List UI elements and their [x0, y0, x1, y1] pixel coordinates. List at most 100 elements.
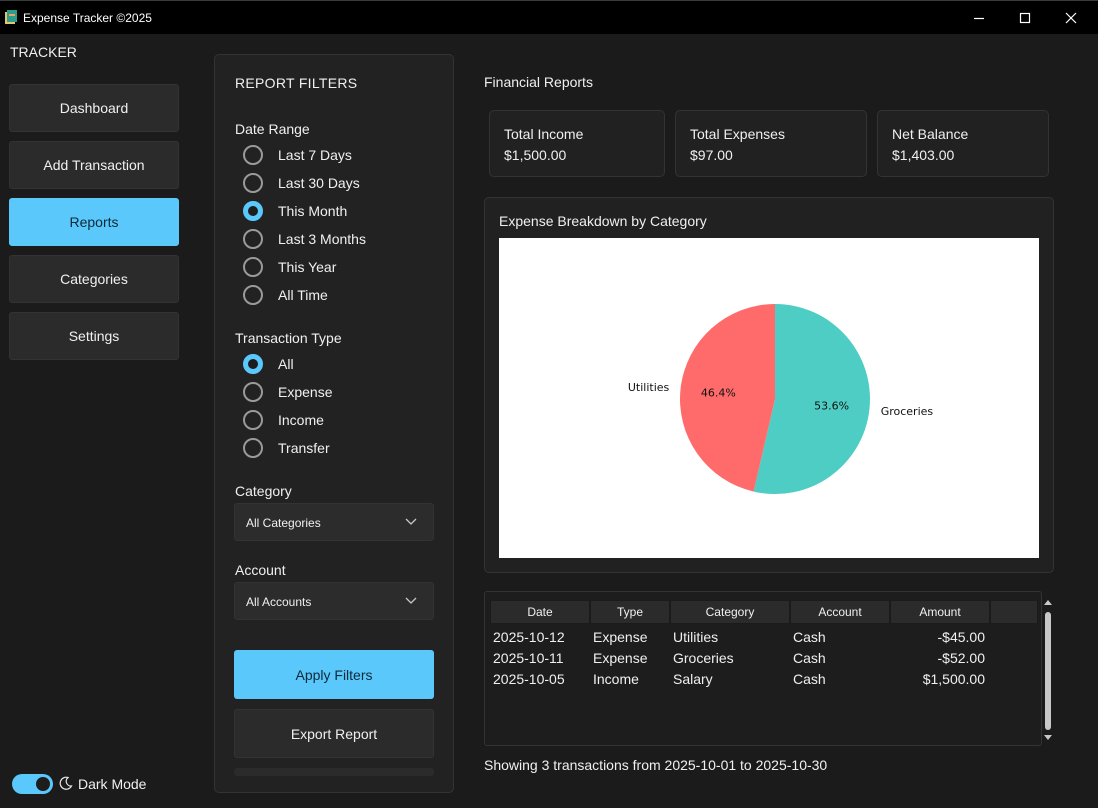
total-income-card: Total Income $1,500.00 [489, 110, 665, 177]
radio-button-selected [243, 354, 263, 374]
radio-label: Expense [278, 384, 333, 400]
cell-date: 2025-10-12 [493, 629, 565, 645]
radio-this-month[interactable]: This Month [243, 200, 347, 222]
hidden-button-partial[interactable] [234, 768, 434, 776]
dark-mode-label: Dark Mode [78, 776, 147, 792]
radio-button [243, 382, 263, 402]
cell-account: Cash [793, 629, 826, 645]
account-label: Account [235, 562, 286, 578]
account-select[interactable]: All Accounts [234, 582, 434, 620]
pie-percent-label: 46.4% [701, 387, 736, 400]
window-title: Expense Tracker ©2025 [23, 11, 152, 25]
pie-percent-label: 53.6% [814, 399, 849, 412]
date-range-label: Date Range [235, 121, 310, 137]
radio-label: This Month [278, 203, 348, 219]
moon-icon [59, 776, 73, 790]
radio-this-year[interactable]: This Year [243, 256, 336, 278]
transactions-table: Date Type Category Account Amount 2025-1… [484, 591, 1042, 746]
card-label: Net Balance [892, 126, 969, 142]
cell-date: 2025-10-11 [493, 650, 564, 666]
radio-type-expense[interactable]: Expense [243, 381, 332, 403]
nav-categories-button[interactable]: Categories [9, 255, 179, 303]
radio-button [243, 229, 263, 249]
close-button[interactable] [1048, 1, 1094, 35]
radio-label: Transfer [278, 440, 330, 456]
radio-label: Last 3 Months [278, 231, 366, 247]
cell-category: Utilities [673, 629, 719, 645]
cell-account: Cash [793, 671, 826, 687]
nav-settings-button[interactable]: Settings [9, 312, 179, 360]
minimize-icon [974, 17, 984, 20]
apply-filters-button[interactable]: Apply Filters [234, 650, 434, 699]
maximize-icon [1019, 12, 1031, 24]
column-header-account[interactable]: Account [790, 600, 890, 624]
nav-reports-button[interactable]: Reports [9, 198, 179, 246]
pie-category-label: Utilities [628, 381, 670, 394]
chevron-down-icon [405, 597, 417, 604]
radio-last-7-days[interactable]: Last 7 Days [243, 144, 352, 166]
transaction-type-label: Transaction Type [235, 330, 342, 346]
minimize-button[interactable] [956, 1, 1002, 35]
title-bar: Expense Tracker ©2025 [0, 0, 1098, 34]
cell-type: Income [593, 671, 639, 687]
radio-last-30-days[interactable]: Last 30 Days [243, 172, 360, 194]
radio-type-income[interactable]: Income [243, 409, 324, 431]
column-header-category[interactable]: Category [670, 600, 790, 624]
cell-amount: -$45.00 [937, 629, 985, 645]
column-header-amount[interactable]: Amount [890, 600, 990, 624]
card-value: $97.00 [690, 147, 733, 163]
page-title: Financial Reports [484, 74, 593, 90]
radio-button-selected [243, 201, 263, 221]
net-balance-card: Net Balance $1,403.00 [877, 110, 1049, 177]
radio-button [243, 410, 263, 430]
radio-type-transfer[interactable]: Transfer [243, 437, 330, 459]
dark-mode-toggle[interactable] [12, 774, 53, 794]
chart-canvas: 53.6% Groceries 46.4% Utilities [499, 238, 1039, 558]
maximize-button[interactable] [1002, 1, 1048, 35]
cell-account: Cash [793, 650, 826, 666]
chart-panel: Expense Breakdown by Category 53.6% Groce… [484, 197, 1054, 573]
category-select[interactable]: All Categories [234, 503, 434, 541]
card-label: Total Expenses [690, 126, 785, 142]
scroll-up-icon[interactable] [1042, 598, 1054, 606]
card-label: Total Income [504, 126, 584, 142]
account-select-value: All Accounts [246, 595, 312, 609]
chart-title: Expense Breakdown by Category [499, 213, 707, 229]
cell-category: Salary [673, 671, 713, 687]
radio-label: Last 7 Days [278, 147, 352, 163]
pie-category-label: Groceries [881, 405, 934, 418]
table-scrollbar[interactable] [1042, 596, 1054, 746]
card-value: $1,403.00 [892, 147, 955, 163]
radio-button [243, 173, 263, 193]
status-text: Showing 3 transactions from 2025-10-01 t… [484, 757, 828, 773]
radio-label: All Time [278, 287, 328, 303]
nav-add-transaction-button[interactable]: Add Transaction [9, 141, 179, 189]
radio-last-3-months[interactable]: Last 3 Months [243, 228, 366, 250]
cell-type: Expense [593, 629, 648, 645]
toggle-knob [36, 777, 50, 791]
column-header-date[interactable]: Date [490, 600, 590, 624]
category-select-value: All Categories [246, 516, 321, 530]
app-icon [5, 10, 17, 24]
column-header-type[interactable]: Type [590, 600, 670, 624]
card-value: $1,500.00 [504, 147, 567, 163]
chevron-down-icon [405, 518, 417, 525]
radio-all-time[interactable]: All Time [243, 284, 328, 306]
nav-dashboard-button[interactable]: Dashboard [9, 84, 179, 132]
column-header-spacer [990, 600, 1038, 624]
brand-label: TRACKER [10, 44, 77, 60]
scroll-thumb[interactable] [1045, 612, 1051, 730]
cell-type: Expense [593, 650, 648, 666]
close-icon [1065, 12, 1077, 24]
scroll-down-icon[interactable] [1042, 734, 1054, 742]
cell-amount: $1,500.00 [922, 671, 985, 687]
radio-button [243, 285, 263, 305]
radio-label: All [278, 356, 294, 372]
cell-date: 2025-10-05 [493, 671, 565, 687]
cell-category: Groceries [673, 650, 734, 666]
radio-type-all[interactable]: All [243, 353, 294, 375]
export-report-button[interactable]: Export Report [234, 709, 434, 758]
radio-button [243, 438, 263, 458]
pie-chart: 53.6% Groceries 46.4% Utilities [628, 304, 934, 494]
radio-button [243, 145, 263, 165]
